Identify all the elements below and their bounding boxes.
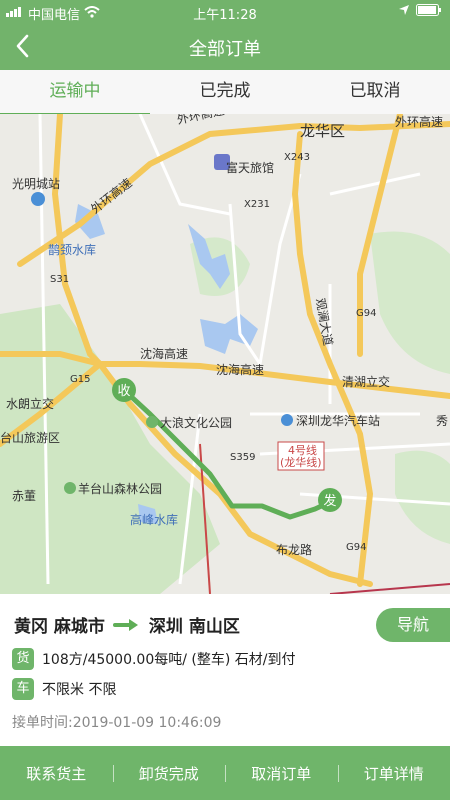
vehicle-text: 不限米 不限 [42, 682, 117, 698]
tab-bar: 运输中 已完成 已取消 [0, 70, 450, 115]
page-title: 全部订单 [189, 39, 261, 60]
status-time: 上午11:28 [193, 8, 257, 23]
route-summary: 黄冈 麻城市 深圳 南山区 [14, 612, 240, 637]
map-label: 高峰水库 [130, 512, 178, 527]
map-label: 外环高速 [176, 114, 226, 127]
map-label: 深圳龙华汽车站 [296, 413, 380, 428]
map-label: 赤董 [12, 489, 36, 503]
map-label: X243 [284, 152, 310, 163]
map-label: 布龙路 [276, 542, 312, 557]
station-icon [31, 192, 45, 206]
map-label: 4号线 [288, 443, 317, 457]
map-label: 水朗立交 [6, 396, 54, 411]
receive-marker-label: 收 [117, 384, 130, 399]
vehicle-badge: 车 [12, 678, 34, 700]
cargo-text: 108方/45000.00每吨/ (整车) 石材/到付 [42, 652, 296, 668]
park-area [395, 450, 450, 544]
forest-park-icon [64, 482, 76, 494]
tab-in-transit[interactable]: 运输中 [0, 70, 150, 115]
navigate-button[interactable]: 导航 [376, 608, 450, 642]
order-details-button[interactable]: 订单详情 [337, 763, 450, 784]
map-label: S359 [230, 452, 255, 463]
nav-bar: 全部订单 [0, 24, 450, 70]
park-icon [146, 416, 158, 428]
park-area [370, 231, 450, 374]
map-label: 富天旅馆 [226, 160, 274, 175]
cancel-order-button[interactable]: 取消订单 [225, 763, 338, 784]
map-label: X231 [244, 199, 270, 210]
bus-station-icon [281, 414, 293, 426]
map-label: (龙华线) [280, 455, 322, 469]
cargo-row: 货 108方/45000.00每吨/ (整车) 石材/到付 [12, 648, 296, 670]
map-label: S31 [50, 274, 69, 285]
map-label: 鹊颈水库 [48, 242, 96, 257]
tab-cancelled[interactable]: 已取消 [300, 70, 450, 114]
map-label: 沈海高速 [216, 362, 264, 377]
map-label: 光明城站 [12, 177, 60, 191]
action-bar: 联系货主 卸货完成 取消订单 订单详情 [0, 746, 450, 800]
map-label: G94 [346, 542, 366, 553]
origin-label: 黄冈 麻城市 [14, 617, 105, 637]
battery-icon [416, 4, 442, 20]
order-info: 黄冈 麻城市 深圳 南山区 导航 货 108方/45000.00每吨/ (整车)… [0, 594, 450, 746]
map-view[interactable]: 外环高速 龙华区 外环高速 富天旅馆 X243 光明城站 外环高速 X231 鹊… [0, 114, 450, 594]
rail-line [329, 583, 450, 594]
tab-completed[interactable]: 已完成 [150, 70, 300, 114]
destination-label: 深圳 南山区 [148, 617, 240, 637]
unload-complete-button[interactable]: 卸货完成 [112, 763, 226, 784]
map-label: 沈海高速 [140, 346, 188, 361]
vehicle-row: 车 不限米 不限 [12, 678, 116, 700]
map-label: G15 [70, 374, 90, 385]
accept-time: 接单时间:2019-01-09 10:46:09 [12, 715, 222, 731]
map-label: 台山旅游区 [0, 430, 60, 445]
contact-shipper-button[interactable]: 联系货主 [0, 763, 113, 784]
map-label: 外环高速 [88, 175, 135, 216]
send-marker-label: 发 [323, 493, 336, 509]
cargo-badge: 货 [12, 648, 34, 670]
arrow-right-icon [112, 618, 138, 631]
status-bar: 中国电信 上午11:28 [0, 0, 450, 24]
map-label: 羊台山森林公园 [78, 481, 162, 496]
map-label: G94 [356, 308, 376, 319]
map-label: 龙华区 [300, 122, 345, 140]
location-icon [398, 4, 410, 20]
map-label: 秀 [436, 414, 448, 428]
receive-marker[interactable]: 收 [112, 378, 136, 402]
map-label: 外环高速 [395, 114, 443, 129]
map-label: 清湖立交 [342, 374, 390, 389]
status-right [398, 4, 442, 20]
send-marker[interactable]: 发 [318, 488, 342, 512]
map-label: 大浪文化公园 [160, 415, 232, 430]
